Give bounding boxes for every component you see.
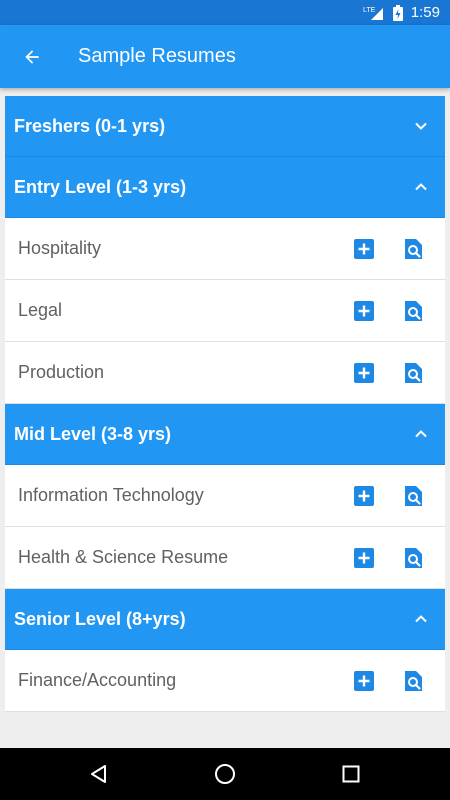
add-box-icon[interactable]	[352, 546, 376, 570]
list-item-label: Legal	[18, 300, 63, 320]
list-item[interactable]: Finance/Accounting	[5, 650, 445, 712]
section-header[interactable]: Senior Level (8+yrs)	[5, 589, 445, 650]
list-item-label: Finance/Accounting	[18, 670, 177, 690]
nav-recents-button[interactable]	[323, 752, 379, 796]
list-item-label: Hospitality	[18, 238, 102, 258]
section-header[interactable]: Entry Level (1-3 yrs)	[5, 157, 445, 218]
status-time: 1:59	[410, 4, 440, 21]
chevron-up-icon	[413, 611, 429, 627]
status-bar: LTE 1:59	[0, 0, 450, 25]
add-box-icon[interactable]	[352, 484, 376, 508]
section-header-label: Senior Level (8+yrs)	[14, 608, 186, 629]
list-item[interactable]: Hospitality	[5, 218, 445, 280]
section-header[interactable]: Mid Level (3-8 yrs)	[5, 404, 445, 465]
section-header-label: Freshers (0-1 yrs)	[14, 115, 166, 136]
nav-home-button[interactable]	[197, 752, 253, 796]
battery-charging-icon	[392, 4, 403, 21]
search-document-icon[interactable]	[401, 299, 425, 323]
list-item-label: Information Technology	[18, 485, 204, 505]
section-header-label: Mid Level (3-8 yrs)	[14, 423, 172, 444]
add-box-icon[interactable]	[352, 361, 376, 385]
lte-signal-icon: LTE	[363, 5, 385, 21]
navigation-bar	[0, 748, 450, 800]
chevron-up-icon	[413, 426, 429, 442]
list-item-label: Production	[18, 362, 105, 382]
list-item[interactable]: Legal	[5, 280, 445, 342]
nav-home-icon	[214, 763, 236, 785]
page-title: Sample Resumes	[78, 45, 236, 67]
search-document-icon[interactable]	[401, 484, 425, 508]
list-item[interactable]: Health & Science Resume	[5, 527, 445, 589]
section-header[interactable]: Freshers (0-1 yrs)	[5, 96, 445, 157]
add-box-icon[interactable]	[352, 669, 376, 693]
search-document-icon[interactable]	[401, 669, 425, 693]
nav-back-button[interactable]	[71, 752, 127, 796]
search-document-icon[interactable]	[401, 361, 425, 385]
add-box-icon[interactable]	[352, 237, 376, 261]
app-bar: Sample Resumes	[0, 25, 450, 88]
search-document-icon[interactable]	[401, 546, 425, 570]
nav-recents-icon	[342, 765, 360, 783]
section-header-label: Entry Level (1-3 yrs)	[14, 176, 187, 197]
add-box-icon[interactable]	[352, 299, 376, 323]
nav-back-icon	[89, 764, 109, 784]
resume-category-list: Freshers (0-1 yrs) Entry Level (1-3 yrs) H…	[5, 96, 445, 712]
arrow-back-icon	[22, 47, 42, 67]
list-item-label: Health & Science Resume	[18, 547, 229, 567]
list-item[interactable]: Information Technology	[5, 465, 445, 527]
chevron-up-icon	[413, 179, 429, 195]
list-item[interactable]: Production	[5, 342, 445, 404]
network-type: LTE	[363, 7, 376, 14]
chevron-down-icon	[413, 118, 429, 134]
back-button[interactable]	[12, 37, 52, 77]
search-document-icon[interactable]	[401, 237, 425, 261]
